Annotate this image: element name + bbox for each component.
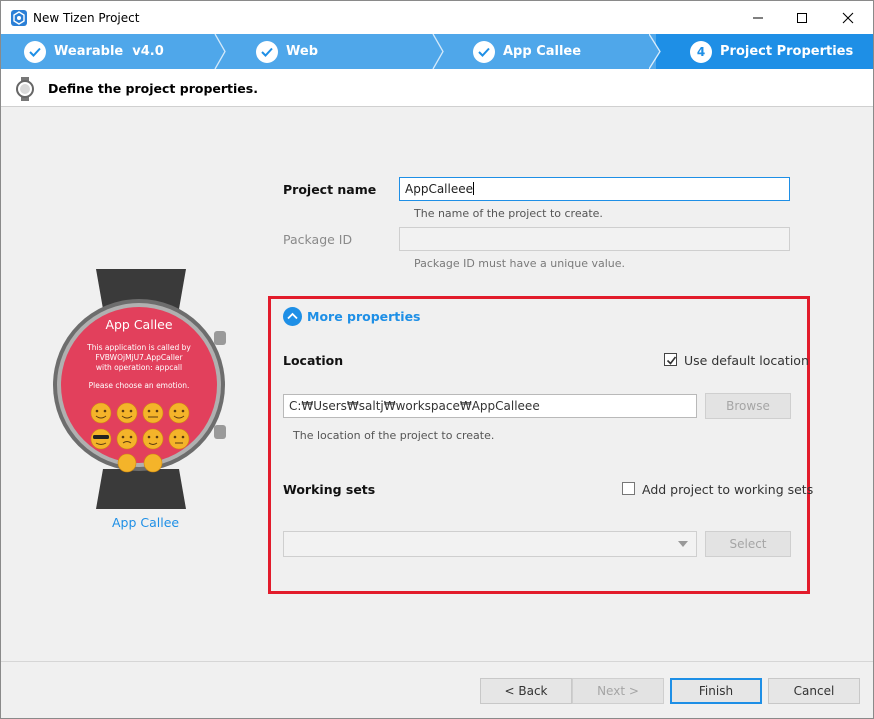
- minimize-icon: [753, 17, 763, 18]
- dropdown-arrow-icon: [678, 541, 688, 547]
- check-icon: [24, 40, 46, 63]
- check-icon: [473, 40, 495, 63]
- package-id-label: Package ID: [283, 232, 353, 247]
- watch-app-title: App Callee: [105, 317, 173, 332]
- more-properties-toggle[interactable]: More properties: [307, 309, 421, 324]
- page-header: Define the project properties.: [1, 69, 873, 107]
- maximize-icon: [797, 12, 807, 23]
- use-default-location-label[interactable]: Use default location: [684, 353, 809, 368]
- page-description: Define the project properties.: [48, 81, 258, 96]
- add-to-working-sets-checkbox[interactable]: [622, 482, 635, 495]
- checkmark-icon: [666, 356, 677, 365]
- step-web: Web: [256, 34, 318, 69]
- add-to-working-sets-label[interactable]: Add project to working sets: [642, 482, 813, 497]
- wizard-steps: Wearable v4.0 Web App Callee 4 Project P…: [1, 34, 873, 69]
- watch-body-line: with operation: appcall: [95, 363, 183, 372]
- step-separator-icon: [214, 34, 226, 69]
- back-button[interactable]: < Back: [480, 678, 572, 704]
- watch-body-line: FVBWOjMjU7.AppCaller: [95, 353, 183, 362]
- location-label: Location: [283, 353, 344, 368]
- use-default-location-checkbox[interactable]: [664, 353, 677, 366]
- location-hint: The location of the project to create.: [293, 429, 495, 442]
- step-separator-icon: [432, 34, 444, 69]
- watch-prompt: Please choose an emotion.: [88, 381, 190, 390]
- step-separator-icon: [649, 34, 661, 69]
- text-caret: [473, 182, 474, 195]
- step-label: Web: [286, 44, 318, 59]
- tizen-app-icon: [11, 10, 27, 26]
- working-sets-select[interactable]: [283, 531, 697, 557]
- window-title: New Tizen Project: [33, 11, 140, 25]
- watch-body-text: This application is called by FVBWOjMjU7…: [61, 343, 217, 373]
- project-name-hint: The name of the project to create.: [414, 207, 603, 220]
- step-label: App Callee: [503, 44, 582, 59]
- select-button[interactable]: Select: [705, 531, 791, 557]
- package-id-input[interactable]: [399, 227, 790, 251]
- finish-button[interactable]: Finish: [670, 678, 762, 704]
- collapse-chevron-up-icon[interactable]: [283, 307, 302, 326]
- cancel-button[interactable]: Cancel: [768, 678, 860, 704]
- working-sets-label: Working sets: [283, 482, 376, 497]
- browse-button[interactable]: Browse: [705, 393, 791, 419]
- step-number-badge: 4: [690, 40, 712, 63]
- watch-preview-label: App Callee: [112, 515, 180, 530]
- package-id-hint: Package ID must have a unique value.: [414, 257, 626, 270]
- step-number: 4: [696, 44, 706, 59]
- footer-divider: [1, 661, 873, 662]
- step-app-callee: App Callee: [473, 34, 581, 69]
- close-icon: [842, 12, 854, 23]
- step-label: Wearable v4.0: [54, 44, 164, 59]
- maximize-button[interactable]: [779, 1, 825, 34]
- project-name-input[interactable]: AppCalleee: [399, 177, 790, 201]
- step-project-properties: 4 Project Properties: [690, 34, 853, 69]
- project-name-value: AppCalleee: [405, 182, 473, 196]
- close-button[interactable]: [825, 1, 871, 34]
- minimize-button[interactable]: [735, 1, 781, 34]
- location-input[interactable]: C:₩Users₩saltj₩workspace₩AppCalleee: [283, 394, 697, 418]
- new-tizen-project-dialog: New Tizen Project Wearable v4.0 Web App …: [0, 0, 874, 719]
- project-name-label: Project name: [283, 182, 377, 197]
- title-bar: New Tizen Project: [1, 1, 873, 34]
- step-wearable: Wearable v4.0: [24, 34, 164, 69]
- watch-icon: [16, 77, 34, 101]
- watch-body-line: This application is called by: [87, 343, 191, 352]
- step-label: Project Properties: [720, 44, 854, 59]
- next-button[interactable]: Next >: [572, 678, 664, 704]
- check-icon: [256, 40, 278, 63]
